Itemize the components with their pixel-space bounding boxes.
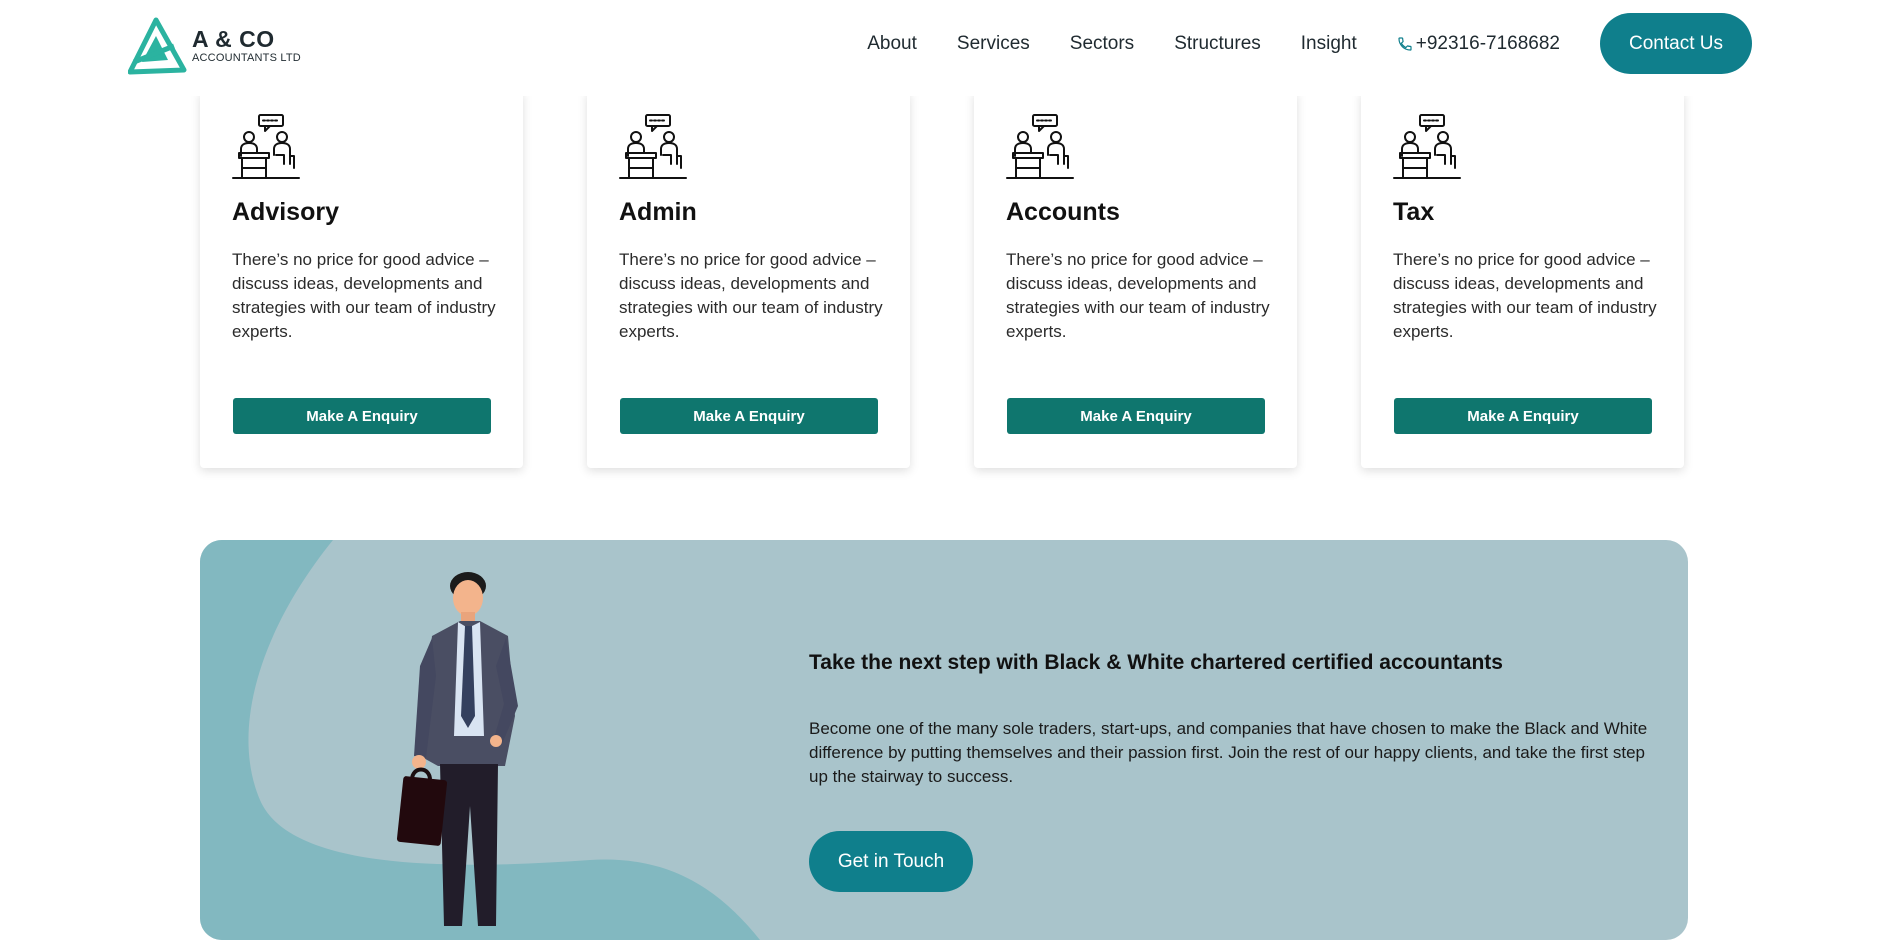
- nav-about[interactable]: About: [867, 33, 917, 55]
- meeting-desk-icon: [232, 114, 300, 179]
- card-description: There’s no price for good advice – discu…: [619, 250, 883, 341]
- make-enquiry-button[interactable]: Make A Enquiry: [1394, 398, 1652, 434]
- cta-title: Take the next step with Black & White ch…: [809, 651, 1503, 674]
- phone-number: +92316-7168682: [1415, 32, 1560, 54]
- nav-services[interactable]: Services: [957, 33, 1030, 55]
- meeting-desk-icon: [1006, 114, 1074, 179]
- card-title: Advisory: [232, 198, 339, 226]
- service-card-admin: Admin There’s no price for good advice –…: [587, 90, 910, 468]
- meeting-desk-icon: [1393, 114, 1461, 179]
- nav-structures[interactable]: Structures: [1174, 33, 1261, 55]
- logo-subtitle: ACCOUNTANTS LTD: [192, 52, 301, 64]
- contact-us-button[interactable]: Contact Us: [1600, 13, 1752, 74]
- logo-name: A & CO: [192, 26, 275, 52]
- cta-description: Become one of the many sole traders, sta…: [809, 719, 1648, 786]
- card-title: Tax: [1393, 198, 1435, 226]
- service-card-accounts: Accounts There’s no price for good advic…: [974, 90, 1297, 468]
- phone-icon: [1398, 36, 1412, 51]
- nav-sectors[interactable]: Sectors: [1070, 33, 1134, 55]
- services-section: Advisory There’s no price for good advic…: [200, 90, 1684, 470]
- make-enquiry-button[interactable]: Make A Enquiry: [1007, 398, 1265, 434]
- nav-insight[interactable]: Insight: [1301, 33, 1357, 55]
- logo-triangle-icon: [128, 17, 187, 75]
- make-enquiry-button[interactable]: Make A Enquiry: [620, 398, 878, 434]
- phone-link[interactable]: +92316-7168682: [1397, 33, 1560, 55]
- card-description: There’s no price for good advice – discu…: [1393, 250, 1657, 341]
- service-card-tax: Tax There’s no price for good advice – d…: [1361, 90, 1684, 468]
- card-description: There’s no price for good advice – discu…: [232, 250, 496, 341]
- site-header: A & CO ACCOUNTANTS LTD About Services Se…: [0, 0, 1882, 96]
- get-in-touch-button[interactable]: Get in Touch: [809, 831, 973, 892]
- card-title: Admin: [619, 198, 697, 226]
- main-nav: About Services Sectors Structures Insigh…: [867, 0, 1882, 87]
- card-description: There’s no price for good advice – discu…: [1006, 250, 1270, 341]
- service-card-advisory: Advisory There’s no price for good advic…: [200, 90, 523, 468]
- cta-banner: Take the next step with Black & White ch…: [200, 540, 1688, 940]
- card-title: Accounts: [1006, 198, 1120, 226]
- logo[interactable]: A & CO ACCOUNTANTS LTD: [128, 16, 328, 76]
- businessman-illustration: [396, 572, 518, 926]
- make-enquiry-button[interactable]: Make A Enquiry: [233, 398, 491, 434]
- meeting-desk-icon: [619, 114, 687, 179]
